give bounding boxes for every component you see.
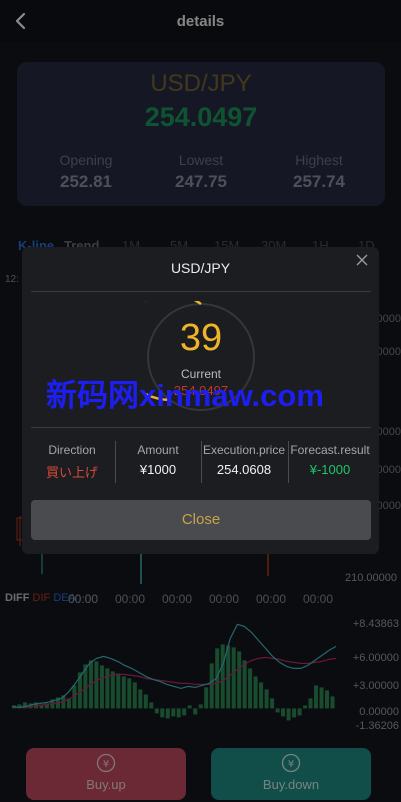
countdown-value: 39 — [179, 317, 223, 359]
direction-value: 買い上げ — [45, 465, 98, 480]
amount-value: ¥1000 — [139, 462, 177, 477]
execution-info: Execution.price 254.0608 — [202, 443, 286, 477]
direction-info: Direction 買い上げ — [36, 443, 108, 481]
forecast-info: Forecast.result ¥-1000 — [288, 443, 372, 477]
divider — [115, 441, 116, 483]
modal-title: USD/JPY — [170, 260, 231, 276]
amount-label: Amount — [137, 443, 179, 457]
divider — [31, 427, 371, 428]
close-icon[interactable] — [354, 252, 370, 268]
direction-label: Direction — [48, 443, 96, 457]
forecast-value: ¥-1000 — [309, 462, 351, 477]
execution-value: 254.0608 — [216, 462, 272, 477]
close-button[interactable]: Close — [31, 500, 371, 540]
execution-label: Execution.price — [202, 443, 286, 457]
watermark: 新码网xinmaw.com — [46, 378, 324, 413]
amount-info: Amount ¥1000 — [122, 443, 194, 477]
forecast-label: Forecast.result — [290, 443, 370, 457]
divider — [31, 291, 371, 292]
